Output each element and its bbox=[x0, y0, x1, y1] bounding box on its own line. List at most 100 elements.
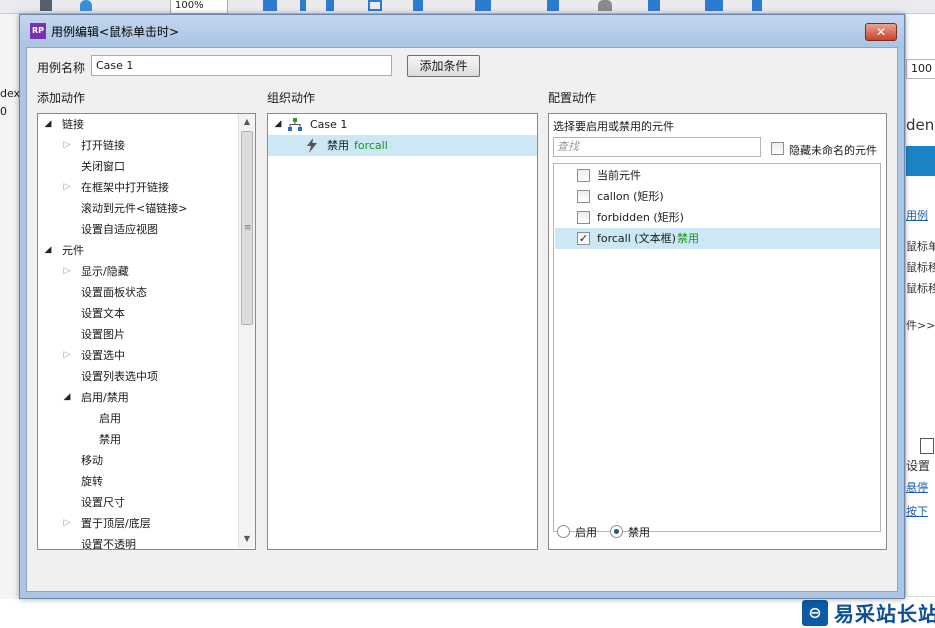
action-tree-item-label: 启用 bbox=[99, 412, 121, 425]
action-tree-item[interactable]: 启用 bbox=[38, 408, 237, 429]
disable-radio-label[interactable]: 禁用 bbox=[628, 524, 650, 540]
close-button[interactable]: ✕ bbox=[865, 23, 897, 41]
action-tree-item-label: 显示/隐藏 bbox=[81, 265, 129, 278]
collapse-arrow-icon[interactable]: ◢ bbox=[43, 240, 53, 261]
scroll-up-icon[interactable]: ▲ bbox=[239, 114, 255, 130]
action-node[interactable]: 禁用 forcall bbox=[268, 135, 537, 156]
action-tree-item-label: 元件 bbox=[62, 244, 84, 257]
toolbar-icon[interactable] bbox=[40, 0, 52, 11]
right-square-control[interactable] bbox=[920, 438, 934, 454]
action-tree-item[interactable]: ▷ 置于顶层/底层 bbox=[38, 513, 237, 534]
widget-label: forcall (文本框) bbox=[597, 232, 676, 245]
background-right-panel: 100 den 用例 鼠标单击 鼠标移入 鼠标移出 件>>> 设置 悬停 按下 bbox=[905, 14, 935, 599]
right-event-item[interactable]: 鼠标移入 bbox=[906, 259, 935, 275]
widget-status: 禁用 bbox=[677, 232, 699, 245]
right-link-pressed[interactable]: 按下 bbox=[906, 503, 928, 519]
widget-checkbox[interactable] bbox=[577, 211, 590, 224]
action-tree-item[interactable]: ▷ 在框架中打开链接 bbox=[38, 177, 237, 198]
configure-actions-panel: 选择要启用或禁用的元件 查找 隐藏未命名的元件 当前元件 callon (矩形) f… bbox=[548, 113, 887, 550]
toolbar-icon[interactable] bbox=[648, 0, 660, 11]
right-accent-bar bbox=[906, 146, 935, 176]
action-tree-item[interactable]: 设置自适应视图 bbox=[38, 219, 237, 240]
collapse-arrow-icon[interactable]: ◢ bbox=[43, 114, 53, 135]
zoom-select[interactable]: 100% bbox=[170, 0, 228, 14]
toolbar-icon[interactable] bbox=[368, 0, 382, 11]
collapse-arrow-icon[interactable]: ◢ bbox=[62, 387, 72, 408]
action-tree-item[interactable]: 滚动到元件<锚链接> bbox=[38, 198, 237, 219]
action-tree-item[interactable]: 设置面板状态 bbox=[38, 282, 237, 303]
expand-arrow-icon[interactable]: ▷ bbox=[62, 177, 72, 198]
action-tree-item-label: 滚动到元件<锚链接> bbox=[81, 202, 188, 215]
toolbar-icon[interactable] bbox=[547, 0, 559, 11]
case-name-input[interactable]: Case 1 bbox=[91, 55, 392, 76]
enable-radio-label[interactable]: 启用 bbox=[575, 524, 597, 540]
widget-checkbox[interactable] bbox=[577, 169, 590, 182]
action-tree-item[interactable]: ▷ 设置选中 bbox=[38, 345, 237, 366]
action-node-label: 禁用 bbox=[327, 139, 349, 152]
action-tree-item[interactable]: ▷ 显示/隐藏 bbox=[38, 261, 237, 282]
widget-list-item[interactable]: forbidden (矩形) bbox=[555, 207, 880, 228]
action-tree-item[interactable]: ◢ 链接 bbox=[38, 114, 237, 135]
action-tree-item[interactable]: 旋转 bbox=[38, 471, 237, 492]
widget-list-item[interactable]: callon (矩形) bbox=[555, 186, 880, 207]
expand-arrow-icon[interactable]: ▷ bbox=[62, 135, 72, 156]
scroll-down-icon[interactable]: ▼ bbox=[239, 531, 255, 547]
toolbar-icon[interactable] bbox=[263, 0, 277, 11]
toolbar-icon[interactable] bbox=[326, 0, 334, 11]
toolbar-icon[interactable] bbox=[80, 0, 92, 11]
right-event-item[interactable]: 鼠标单击 bbox=[906, 238, 935, 254]
action-tree-item[interactable]: 禁用 bbox=[38, 429, 237, 450]
hide-unnamed-label[interactable]: 隐藏未命名的元件 bbox=[789, 142, 877, 158]
expand-arrow-icon[interactable]: ◢ bbox=[273, 114, 283, 135]
hide-unnamed-checkbox[interactable] bbox=[771, 142, 784, 155]
expand-arrow-icon[interactable]: ▷ bbox=[62, 261, 72, 282]
right-link-hover[interactable]: 悬停 bbox=[906, 479, 928, 495]
widget-list-item[interactable]: ✓ forcall (文本框) 禁用 bbox=[555, 228, 880, 249]
action-tree-item[interactable]: ▷ 打开链接 bbox=[38, 135, 237, 156]
watermark-logo-icon: ⊖ bbox=[802, 600, 828, 626]
action-tree-item[interactable]: 设置尺寸 bbox=[38, 492, 237, 513]
expand-arrow-icon[interactable]: ▷ bbox=[62, 345, 72, 366]
action-tree-item-label: 在框架中打开链接 bbox=[81, 181, 169, 194]
enable-radio[interactable] bbox=[557, 525, 570, 538]
widget-list-item[interactable]: 当前元件 bbox=[555, 165, 880, 186]
background-left-panel: dex 0 bbox=[0, 14, 20, 628]
action-tree-item[interactable]: ◢ 元件 bbox=[38, 240, 237, 261]
widget-checkbox[interactable]: ✓ bbox=[577, 232, 590, 245]
lock-icon[interactable] bbox=[598, 0, 612, 11]
right-title: den bbox=[906, 116, 935, 134]
action-tree-item[interactable]: 设置不透明 bbox=[38, 534, 237, 549]
toolbar-icon[interactable] bbox=[413, 0, 423, 11]
widget-checkbox[interactable] bbox=[577, 190, 590, 203]
toolbar-icon[interactable] bbox=[475, 0, 491, 11]
expand-arrow-icon[interactable]: ▷ bbox=[62, 513, 72, 534]
action-tree-item[interactable]: 设置图片 bbox=[38, 324, 237, 345]
right-event-item[interactable]: 鼠标移出 bbox=[906, 280, 935, 296]
configure-subheader: 选择要启用或禁用的元件 bbox=[553, 120, 674, 133]
case-node[interactable]: ◢ Case 1 bbox=[268, 114, 537, 135]
action-tree-item[interactable]: 设置列表选中项 bbox=[38, 366, 237, 387]
widget-label: 当前元件 bbox=[597, 169, 641, 182]
toolbar-icon[interactable] bbox=[705, 0, 723, 11]
add-condition-button[interactable]: 添加条件 bbox=[407, 55, 480, 77]
right-more-button[interactable]: 件>>> bbox=[906, 317, 935, 333]
action-tree-item-label: 链接 bbox=[62, 118, 84, 131]
watermark-text: 易采站长站 bbox=[834, 602, 935, 626]
action-tree-scrollbar[interactable]: ▲ ≡ ▼ bbox=[238, 114, 255, 548]
action-tree-item-label: 移动 bbox=[81, 454, 103, 467]
toolbar-icon[interactable] bbox=[300, 0, 306, 11]
action-tree-item[interactable]: 移动 bbox=[38, 450, 237, 471]
action-tree-item[interactable]: 关闭窗口 bbox=[38, 156, 237, 177]
disable-radio[interactable] bbox=[610, 525, 623, 538]
right-link-cases[interactable]: 用例 bbox=[906, 207, 928, 223]
case-node-label: Case 1 bbox=[310, 118, 348, 131]
action-tree-item[interactable]: 设置文本 bbox=[38, 303, 237, 324]
scroll-thumb[interactable]: ≡ bbox=[241, 131, 253, 325]
action-tree-item[interactable]: ◢ 启用/禁用 bbox=[38, 387, 237, 408]
widget-search-input[interactable]: 查找 bbox=[553, 137, 761, 157]
configure-actions-header: 配置动作 bbox=[548, 91, 597, 105]
toolbar-icon[interactable] bbox=[752, 0, 762, 11]
left-fragment: dex bbox=[0, 87, 21, 100]
right-number-field[interactable]: 100 bbox=[906, 59, 935, 79]
dialog-titlebar[interactable]: RP 用例编辑<鼠标单击时> ✕ bbox=[20, 15, 904, 47]
